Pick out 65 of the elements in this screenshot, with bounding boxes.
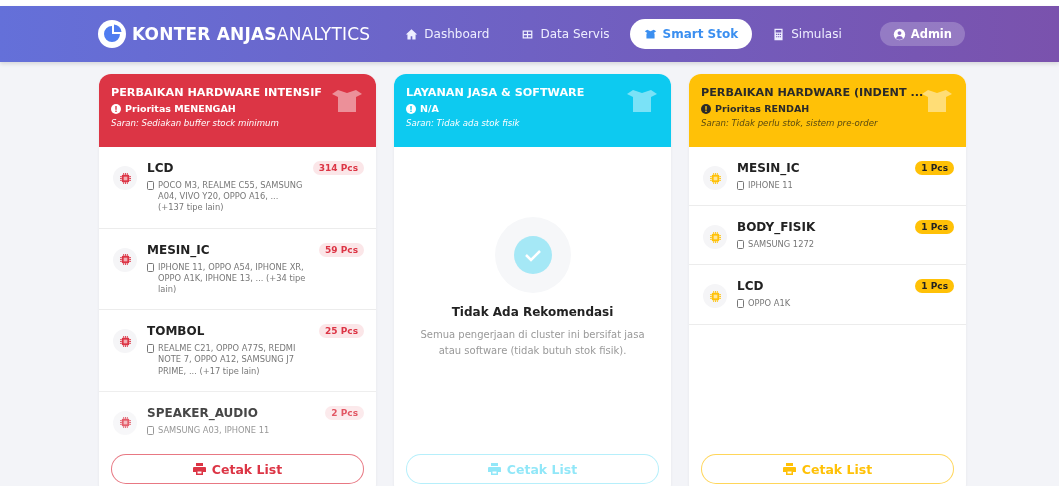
phone-models: SAMSUNG 1272 xyxy=(748,239,814,251)
chip-icon xyxy=(113,166,137,190)
home-icon xyxy=(405,27,419,41)
chip-icon xyxy=(113,247,137,272)
part-name: LCD xyxy=(147,161,175,175)
nav-tab[interactable]: Simulasi xyxy=(760,20,854,48)
nav-tab[interactable]: Smart Stok xyxy=(629,19,753,49)
part-name: BODY_FISIK xyxy=(737,220,817,235)
part-name: MESIN_IC xyxy=(737,161,801,175)
quantity-badge: 1 Pcs xyxy=(915,279,954,294)
phone-icon xyxy=(147,181,154,190)
priority-label: Prioritas MENENGAH xyxy=(125,103,236,114)
pie-chart-logo-icon xyxy=(98,20,126,48)
phone-models: IPHONE 11 xyxy=(748,180,793,192)
chip-icon xyxy=(113,329,137,354)
advice-text: Saran: Tidak ada stok fisik xyxy=(406,118,521,128)
empty-message: Semua pengerjaan di cluster ini bersifat jasa atau software (tidak butuh stok fisik). xyxy=(419,328,646,358)
phone-models: REALME C21, OPPO A77S, REDMI NOTE 7, OPPO A12, SAMSUNG J7 PRIME, ... (+17 tipe lain) xyxy=(158,343,297,377)
phone-icon xyxy=(737,181,744,190)
table-icon xyxy=(521,27,535,41)
advice-text: Saran: Tidak perlu stok, sistem pre-order xyxy=(701,118,879,128)
cluster-title: PERBAIKAN HARDWARE INTENSIF xyxy=(111,86,323,99)
info-icon xyxy=(406,103,416,114)
print-button[interactable]: Cetak List xyxy=(111,454,364,484)
phone-models: POCO M3, REALME C55, SAMSUNG A04, VIVO Y20, OPPO A16, ... (+137 tipe lain) xyxy=(158,180,303,214)
phone-icon xyxy=(737,299,744,309)
brand-name: KONTER ANJASANALYTICS xyxy=(132,24,371,44)
printer-icon xyxy=(782,463,796,475)
info-icon xyxy=(701,103,711,114)
cluster-title: LAYANAN JASA & SOFTWARE xyxy=(406,86,586,99)
phone-models: SAMSUNG A03, IPHONE 11 xyxy=(158,424,270,436)
priority-label: Prioritas RENDAH xyxy=(715,103,810,114)
printer-icon xyxy=(192,463,206,475)
nav-tab[interactable]: Dashboard xyxy=(393,20,502,48)
part-name: LCD xyxy=(737,279,765,294)
advice-text: Saran: Sediakan buffer stock minimum xyxy=(111,118,280,128)
phone-icon xyxy=(737,240,744,250)
user-icon xyxy=(892,27,906,41)
chip-icon xyxy=(703,284,727,309)
chip-icon xyxy=(113,410,137,435)
part-name: TOMBOL xyxy=(147,324,206,339)
part-name: MESIN_IC xyxy=(147,242,211,257)
phone-icon xyxy=(147,262,154,272)
calculator-icon xyxy=(772,27,786,41)
chip-icon xyxy=(703,166,727,190)
empty-title: Tidak Ada Rekomendasi xyxy=(451,305,614,319)
quantity-badge: 59 Pcs xyxy=(319,242,364,257)
info-icon xyxy=(111,103,121,114)
quantity-badge: 2 Pcs xyxy=(325,405,364,420)
user-button[interactable]: Admin xyxy=(879,22,965,46)
phone-models: IPHONE 11, OPPO A54, IPHONE XR, OPPO A1K, IPHONE 13, ... (+34 tipe lain) xyxy=(158,261,307,296)
phone-icon xyxy=(147,425,154,435)
quantity-badge: 1 Pcs xyxy=(915,161,954,175)
chip-icon xyxy=(703,225,727,250)
quantity-badge: 25 Pcs xyxy=(319,324,364,339)
quantity-badge: 1 Pcs xyxy=(915,220,954,235)
phone-icon xyxy=(147,344,154,354)
cluster-title: PERBAIKAN HARDWARE (INDENT ... xyxy=(701,86,925,99)
phone-models: OPPO A1K xyxy=(748,298,791,310)
check-icon xyxy=(494,217,571,293)
priority-label: N/A xyxy=(420,103,439,114)
part-name: SPEAKER_AUDIO xyxy=(147,405,259,420)
quantity-badge: 314 Pcs xyxy=(312,161,364,175)
printer-icon xyxy=(487,463,501,475)
nav-tab[interactable]: Data Servis xyxy=(509,20,622,48)
